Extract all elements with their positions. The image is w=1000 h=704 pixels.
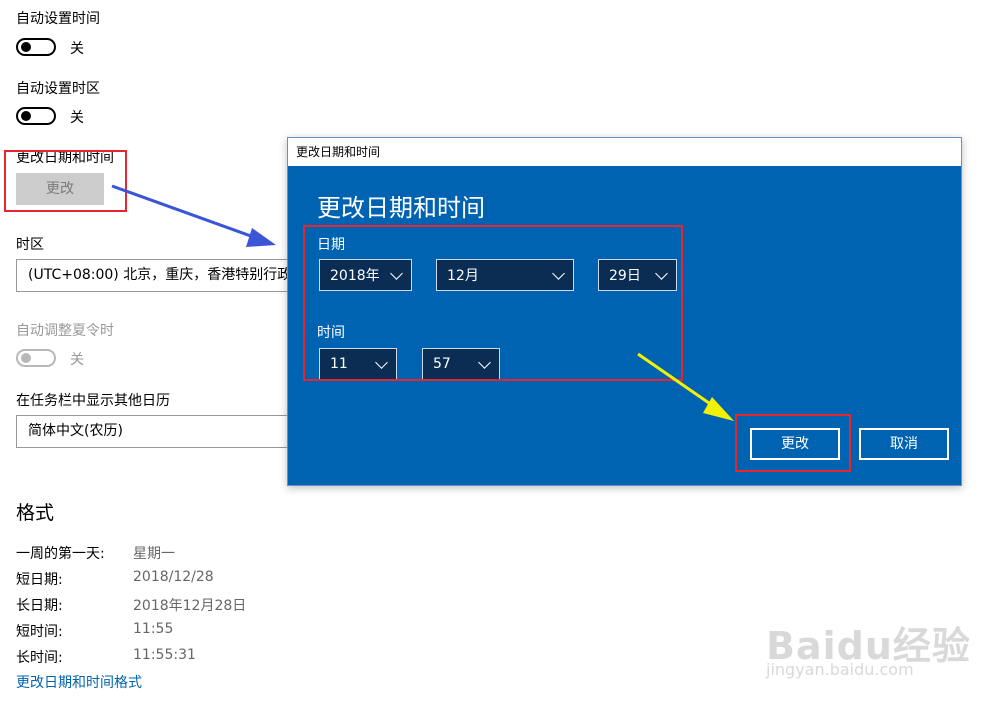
- blue-arrow-icon: [111, 184, 276, 247]
- annotation-arrows: [111, 184, 734, 421]
- watermark-url: jingyan.baidu.com: [766, 660, 914, 679]
- yellow-arrow-icon: [637, 352, 734, 421]
